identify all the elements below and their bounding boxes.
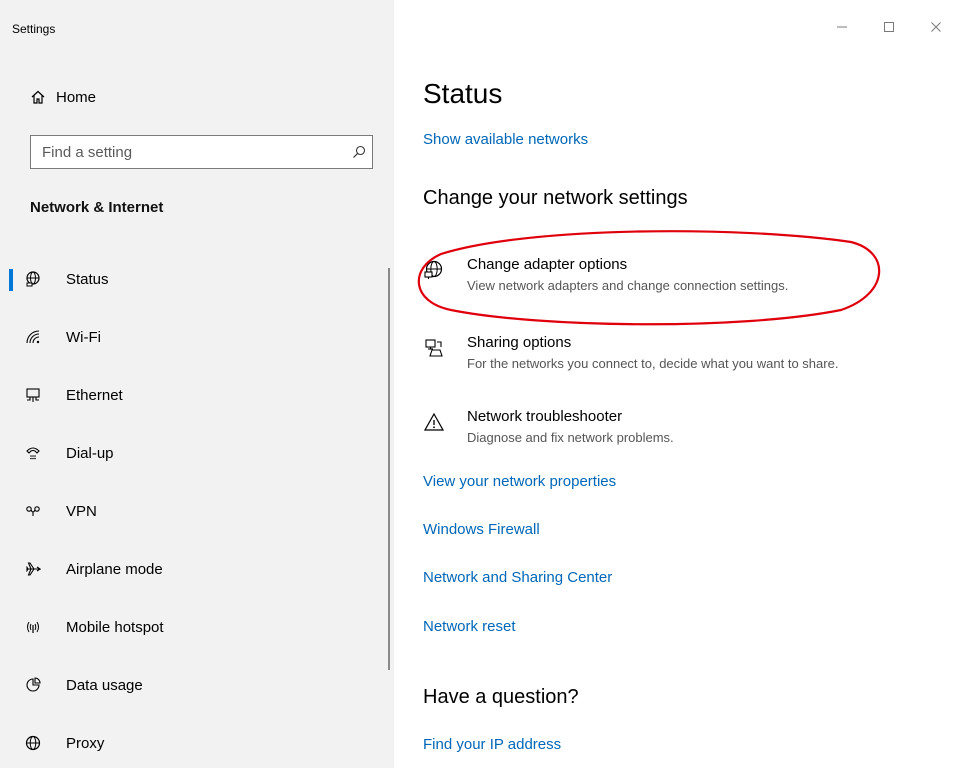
- sidebar-item-label: Mobile hotspot: [66, 618, 164, 636]
- data-usage-icon: [24, 676, 42, 694]
- ethernet-icon: [24, 386, 42, 404]
- home-label: Home: [56, 88, 97, 106]
- option-title: Change adapter options: [467, 256, 628, 273]
- highlight-ellipse: [417, 230, 881, 326]
- sidebar-scrollbar[interactable]: [388, 268, 390, 670]
- sidebar-item-status[interactable]: Status: [0, 250, 380, 308]
- network-sharing-center-link[interactable]: Network and Sharing Center: [423, 569, 612, 586]
- vpn-icon: [24, 502, 42, 520]
- sidebar-item-proxy[interactable]: Proxy: [0, 714, 380, 772]
- view-network-properties-link[interactable]: View your network properties: [423, 473, 616, 490]
- option-description: For the networks you connect to, decide …: [467, 356, 839, 371]
- sidebar: Settings Home Network & Internet Status …: [0, 0, 394, 768]
- network-reset-link[interactable]: Network reset: [423, 618, 516, 635]
- sidebar-item-wifi[interactable]: Wi-Fi: [0, 308, 380, 366]
- sidebar-item-label: Airplane mode: [66, 560, 163, 578]
- sidebar-item-label: Ethernet: [66, 386, 123, 404]
- question-heading: Have a question?: [423, 686, 579, 708]
- airplane-icon: [24, 560, 42, 578]
- search-box[interactable]: [30, 135, 373, 169]
- warning-icon: [423, 411, 445, 433]
- sidebar-item-mobile-hotspot[interactable]: Mobile hotspot: [0, 598, 380, 656]
- sidebar-item-label: Data usage: [66, 676, 143, 694]
- windows-firewall-link[interactable]: Windows Firewall: [423, 521, 540, 538]
- minimize-button[interactable]: [818, 12, 865, 42]
- sidebar-item-label: Wi-Fi: [66, 328, 101, 346]
- sharing-icon: [423, 337, 445, 359]
- section-title: Network & Internet: [30, 199, 164, 216]
- wifi-icon: [24, 328, 42, 346]
- app-title: Settings: [12, 22, 56, 36]
- sidebar-nav: Status Wi-Fi Ethernet Dial-up VPN Airpla…: [0, 250, 380, 772]
- page-title: Status: [423, 78, 503, 109]
- option-description: View network adapters and change connect…: [467, 278, 789, 293]
- sidebar-item-airplane-mode[interactable]: Airplane mode: [0, 540, 380, 598]
- home-icon: [30, 89, 56, 105]
- hotspot-icon: [24, 618, 42, 636]
- adapter-icon: [423, 259, 445, 281]
- close-icon: [930, 21, 942, 33]
- sidebar-item-label: Dial-up: [66, 444, 114, 462]
- sidebar-item-vpn[interactable]: VPN: [0, 482, 380, 540]
- option-title: Sharing options: [467, 334, 572, 351]
- option-description: Diagnose and fix network problems.: [467, 430, 674, 445]
- find-ip-address-link[interactable]: Find your IP address: [423, 736, 561, 753]
- minimize-icon: [836, 21, 848, 33]
- sidebar-item-label: Proxy: [66, 734, 105, 752]
- show-available-networks-link[interactable]: Show available networks: [423, 131, 588, 148]
- option-title: Network troubleshooter: [467, 408, 623, 425]
- status-globe-icon: [24, 270, 42, 288]
- dialup-icon: [24, 444, 42, 462]
- home-nav-item[interactable]: Home: [30, 86, 96, 108]
- sidebar-item-dialup[interactable]: Dial-up: [0, 424, 380, 482]
- maximize-icon: [883, 21, 895, 33]
- change-settings-heading: Change your network settings: [423, 187, 688, 209]
- sidebar-item-data-usage[interactable]: Data usage: [0, 656, 380, 714]
- sidebar-item-label: Status: [66, 270, 109, 288]
- proxy-globe-icon: [24, 734, 42, 752]
- maximize-button[interactable]: [865, 12, 912, 42]
- sidebar-item-label: VPN: [66, 502, 97, 520]
- search-input[interactable]: [31, 136, 346, 168]
- window-controls: [818, 12, 959, 42]
- sidebar-item-ethernet[interactable]: Ethernet: [0, 366, 380, 424]
- search-icon[interactable]: [346, 145, 372, 159]
- close-button[interactable]: [912, 12, 959, 42]
